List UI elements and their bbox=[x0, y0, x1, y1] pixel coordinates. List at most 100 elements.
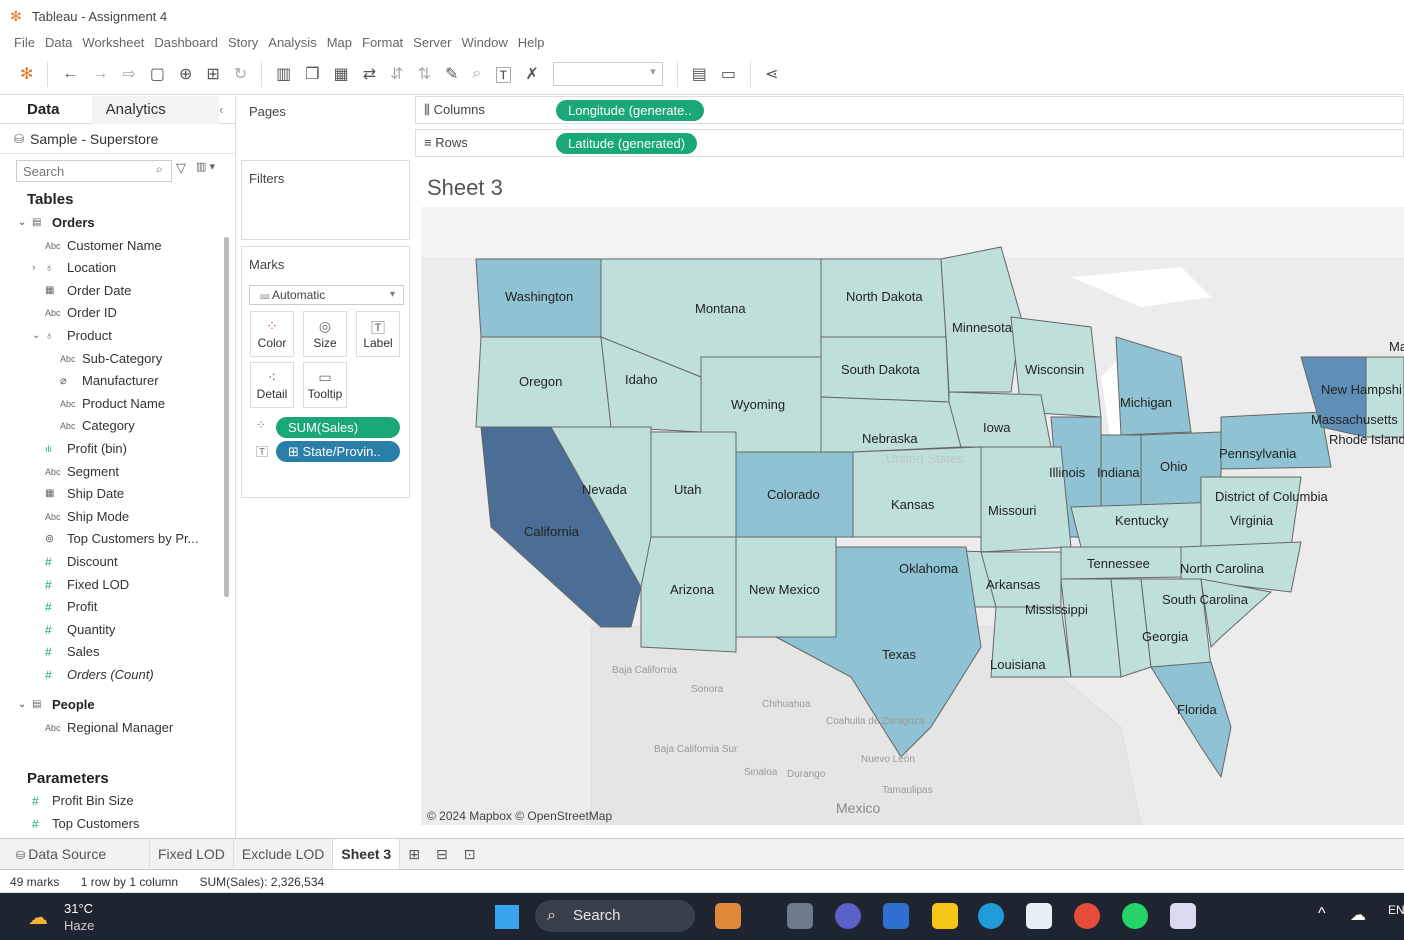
tableau-home-icon[interactable]: ✻ bbox=[20, 64, 33, 84]
field-item[interactable]: Abc Category bbox=[0, 415, 235, 438]
menu-analysis[interactable]: Analysis bbox=[268, 35, 316, 50]
taskbar-search[interactable]: ⌕ Search bbox=[535, 900, 695, 932]
field-item[interactable]: # Discount bbox=[0, 551, 235, 574]
field-item[interactable]: Abc Segment bbox=[0, 461, 235, 484]
mark-type-dropdown[interactable]: ⅏ Automatic ▾ bbox=[249, 285, 404, 305]
field-item[interactable]: # Sales bbox=[0, 641, 235, 664]
datasource-item[interactable]: ⛁ Sample - Superstore bbox=[0, 124, 235, 154]
menu-data[interactable]: Data bbox=[45, 35, 72, 50]
chevron-right-icon[interactable]: › bbox=[32, 257, 35, 280]
search-icon[interactable]: ⌕ bbox=[156, 162, 163, 177]
sort-desc-icon[interactable]: ⇅ bbox=[418, 64, 431, 84]
edge-icon[interactable] bbox=[978, 903, 1004, 929]
presentation-icon[interactable]: ▭ bbox=[721, 64, 736, 84]
menu-help[interactable]: Help bbox=[518, 35, 545, 50]
redo-icon[interactable]: → bbox=[92, 65, 108, 83]
menu-map[interactable]: Map bbox=[327, 35, 352, 50]
group-icon[interactable]: ⌕ bbox=[472, 65, 481, 83]
chrome-icon[interactable] bbox=[1074, 903, 1100, 929]
sum-sales-pill[interactable]: SUM(Sales) bbox=[276, 417, 400, 438]
tab-fixed-lod[interactable]: Fixed LOD bbox=[150, 839, 234, 869]
field-item[interactable]: # People (Count) bbox=[0, 740, 235, 745]
sort-asc-icon[interactable]: ⇵ bbox=[390, 64, 403, 84]
field-item[interactable]: Abc Customer Name bbox=[0, 235, 235, 258]
field-item[interactable]: ılı Profit (bin) bbox=[0, 438, 235, 461]
search-input[interactable] bbox=[16, 160, 172, 182]
teams-icon[interactable] bbox=[835, 903, 861, 929]
clear-sheet-icon[interactable]: ▦ bbox=[334, 64, 349, 84]
field-item[interactable]: Abc Order ID bbox=[0, 302, 235, 325]
tab-data-source[interactable]: ⛁ Data Source bbox=[0, 839, 150, 869]
field-item[interactable]: # Fixed LOD bbox=[0, 574, 235, 597]
refresh-icon[interactable]: ↻ bbox=[234, 64, 247, 84]
swap-icon[interactable]: ⇄ bbox=[363, 64, 376, 84]
new-dashboard-icon[interactable]: ⊟ bbox=[428, 839, 456, 869]
size-button[interactable]: ◎ Size bbox=[303, 311, 347, 357]
filters-shelf[interactable]: Filters bbox=[241, 160, 410, 240]
map-view[interactable]: Washington Montana North Dakota Minnesot… bbox=[421, 207, 1404, 825]
view-options-icon[interactable]: ▥ ▾ bbox=[196, 160, 215, 173]
store-icon[interactable] bbox=[883, 903, 909, 929]
chevron-down-icon[interactable]: ⌄ bbox=[18, 694, 26, 717]
chevron-down-icon[interactable]: ⌄ bbox=[18, 212, 26, 235]
new-sheet-icon[interactable]: ⊞ bbox=[206, 64, 219, 84]
detail-button[interactable]: ⁖ Detail bbox=[250, 362, 294, 408]
param-item[interactable]: # Top Customers bbox=[0, 813, 236, 836]
new-story-icon[interactable]: ⊡ bbox=[456, 839, 484, 869]
field-item[interactable]: ♁ ⌄ Product bbox=[0, 325, 235, 348]
field-item[interactable]: Abc Sub-Category bbox=[0, 348, 235, 371]
start-icon[interactable] bbox=[495, 905, 519, 929]
field-item[interactable]: # Profit bbox=[0, 596, 235, 619]
fix-axes-icon[interactable]: ✗ bbox=[525, 64, 538, 84]
show-me-icon[interactable]: ▥ bbox=[276, 64, 291, 84]
label-toggle-icon[interactable]: 🅃 bbox=[495, 62, 511, 86]
field-item[interactable]: ▦ Order Date bbox=[0, 280, 235, 303]
columns-shelf[interactable]: ⫼ Columns Longitude (generate.. bbox=[415, 96, 1404, 124]
new-worksheet-icon[interactable]: ⊞ bbox=[400, 839, 428, 869]
weather-desc[interactable]: Haze bbox=[64, 918, 94, 933]
replay-icon[interactable]: ⇨ bbox=[122, 64, 135, 84]
file-explorer-icon[interactable] bbox=[932, 903, 958, 929]
highlight-icon[interactable]: ✎ bbox=[445, 64, 458, 84]
param-item[interactable]: # Profit Bin Size bbox=[0, 790, 236, 813]
menu-story[interactable]: Story bbox=[228, 35, 258, 50]
tab-data[interactable]: Data bbox=[0, 101, 92, 118]
new-datasource-icon[interactable]: ⊕ bbox=[179, 64, 192, 84]
undo-icon[interactable]: ← bbox=[62, 65, 78, 83]
snipping-tool-icon[interactable] bbox=[1170, 903, 1196, 929]
task-view-icon[interactable] bbox=[787, 903, 813, 929]
menu-file[interactable]: File bbox=[14, 35, 35, 50]
field-item[interactable]: Abc Regional Manager bbox=[0, 717, 235, 740]
weather-icon[interactable]: ☁ bbox=[28, 905, 56, 929]
menu-dashboard[interactable]: Dashboard bbox=[154, 35, 218, 50]
tooltip-button[interactable]: ▭ Tooltip bbox=[303, 362, 347, 408]
field-item[interactable]: Abc Product Name bbox=[0, 393, 235, 416]
tab-exclude-lod[interactable]: Exclude LOD bbox=[234, 839, 334, 869]
data-pane-scrollbar[interactable] bbox=[224, 237, 229, 597]
pages-shelf[interactable]: Pages bbox=[241, 96, 410, 156]
field-item[interactable]: ▦ Ship Date bbox=[0, 483, 235, 506]
tableau-icon[interactable] bbox=[1026, 903, 1052, 929]
share-icon[interactable]: ⋖ bbox=[765, 64, 778, 84]
fit-dropdown[interactable] bbox=[552, 61, 663, 86]
tab-sheet-3[interactable]: Sheet 3 bbox=[333, 839, 401, 869]
table-orders[interactable]: ⌄ ▤ Orders bbox=[0, 212, 235, 235]
label-button[interactable]: 🅃 Label bbox=[356, 311, 400, 357]
field-item[interactable]: ⊚ Top Customers by Pr... bbox=[0, 528, 235, 551]
save-icon[interactable]: ▢ bbox=[150, 64, 165, 84]
onedrive-icon[interactable]: ☁ bbox=[1350, 905, 1366, 925]
menu-worksheet[interactable]: Worksheet bbox=[82, 35, 144, 50]
tab-analytics[interactable]: Analytics bbox=[91, 95, 220, 124]
table-people[interactable]: ⌄ ▤ People bbox=[0, 694, 235, 717]
filter-icon[interactable]: ▽ bbox=[176, 160, 186, 176]
longitude-pill[interactable]: Longitude (generate.. bbox=[556, 100, 704, 121]
chevron-down-icon[interactable]: ⌄ bbox=[32, 325, 40, 348]
menu-format[interactable]: Format bbox=[362, 35, 403, 50]
weather-temp[interactable]: 31°C bbox=[64, 901, 93, 916]
show-cards-icon[interactable]: ▤ bbox=[692, 64, 707, 84]
field-item[interactable]: ⌀ Manufacturer bbox=[0, 370, 235, 393]
color-button[interactable]: ⁘ Color bbox=[250, 311, 294, 357]
duplicate-icon[interactable]: ❐ bbox=[305, 64, 319, 84]
collapse-icon[interactable]: ‹ bbox=[219, 102, 235, 117]
field-item[interactable]: ♁ › Location bbox=[0, 257, 235, 280]
